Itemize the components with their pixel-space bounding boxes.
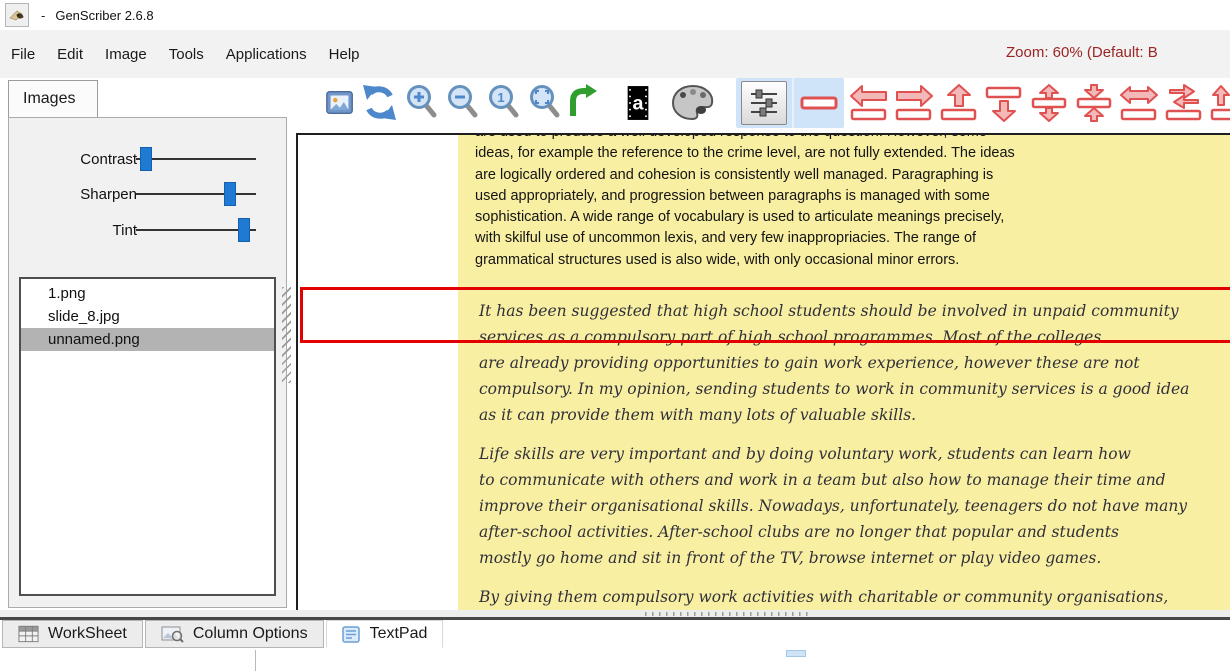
image-file-list: 1.png slide_8.jpg unnamed.png <box>19 277 276 596</box>
menu-tools[interactable]: Tools <box>158 40 215 69</box>
sharpen-slider[interactable] <box>136 182 256 206</box>
tab-textpad-label: TextPad <box>370 625 428 643</box>
rotate-icon[interactable] <box>568 80 598 126</box>
zoom-fit-icon[interactable] <box>527 80 563 126</box>
zoom-level-label: Zoom: 60% (Default: B <box>1006 44 1158 61</box>
line-move-up-icon[interactable] <box>939 80 979 126</box>
tint-slider[interactable] <box>136 218 256 242</box>
sharpen-slider-label: Sharpen <box>17 186 137 203</box>
svg-text:a: a <box>633 93 645 115</box>
textpad-content-strip <box>0 650 1230 671</box>
typed-line: sophistication. A wide range of vocabula… <box>475 207 1230 228</box>
line-expand-vertical-icon[interactable] <box>1029 80 1069 126</box>
contrast-slider-handle[interactable] <box>140 147 152 171</box>
svg-text:1: 1 <box>497 90 504 105</box>
tab-worksheet[interactable]: WorkSheet <box>2 620 143 648</box>
handwritten-line: improve their organisational skills. Now… <box>479 493 1230 519</box>
tab-column-options[interactable]: Column Options <box>145 620 324 648</box>
bottom-tab-bar: WorkSheet Column Options TextPad <box>0 620 1230 650</box>
scanned-page: are used to produce a well developed res… <box>458 135 1230 611</box>
line-select-icon[interactable] <box>792 78 844 128</box>
image-search-icon <box>161 625 184 643</box>
handwritten-paragraph-2: Life skills are very important and by do… <box>479 441 1230 571</box>
textpad-selection-chip <box>786 650 806 657</box>
zoom-actual-size-icon[interactable]: 1 <box>486 80 522 126</box>
contrast-slider[interactable] <box>136 147 256 171</box>
text-document-icon <box>342 626 361 643</box>
vertical-splitter[interactable] <box>282 287 291 383</box>
handwritten-line: Life skills are very important and by do… <box>479 441 1230 467</box>
handwritten-line: compulsory. In my opinion, sending stude… <box>479 376 1230 402</box>
tab-textpad[interactable]: TextPad <box>326 620 444 648</box>
toolbar: 1 a <box>324 78 1230 128</box>
line-options-icon[interactable] <box>736 78 792 128</box>
tab-worksheet-label: WorkSheet <box>48 625 127 643</box>
textpad-column-divider <box>255 650 256 671</box>
line-auto-height-icon[interactable]: A <box>1209 80 1230 126</box>
invert-text-icon[interactable]: a <box>622 80 654 126</box>
tab-images[interactable]: Images <box>8 80 98 117</box>
list-item-unnamedpng[interactable]: unnamed.png <box>21 328 274 351</box>
toolbar-highlight-group <box>736 78 844 128</box>
list-item-1png[interactable]: 1.png <box>21 282 274 305</box>
typed-line: grammatical structures used is also wide… <box>475 250 1230 271</box>
genscriber-window: { "window": { "prefix": "-", "title": "G… <box>0 0 1230 671</box>
line-selection-box[interactable] <box>300 287 1230 343</box>
horizontal-splitter[interactable] <box>0 610 1230 617</box>
handwritten-line: after-school activities. After-school cl… <box>479 519 1230 545</box>
tab-column-options-label: Column Options <box>193 625 308 643</box>
menu-file[interactable]: File <box>0 40 46 69</box>
menu-applications[interactable]: Applications <box>215 40 318 69</box>
handwritten-line: to communicate with others and work in a… <box>479 467 1230 493</box>
menu-image[interactable]: Image <box>94 40 158 69</box>
zoom-out-icon[interactable] <box>445 80 481 126</box>
contrast-slider-label: Contrast <box>17 151 137 168</box>
palette-icon[interactable] <box>670 80 716 126</box>
images-panel: Contrast Sharpen Tint 1.png slide_8.jpg … <box>8 117 287 608</box>
typed-line: with skilful use of uncommon lexis, and … <box>475 228 1230 249</box>
menu-edit[interactable]: Edit <box>46 40 94 69</box>
title-bar: - GenScriber 2.6.8 <box>0 0 1230 30</box>
handwritten-line: By giving them compulsory work activitie… <box>479 584 1230 610</box>
app-logo-icon <box>5 3 29 27</box>
typed-line: are logically ordered and cohesion is co… <box>475 165 1230 186</box>
reload-icon[interactable] <box>361 80 399 126</box>
handwritten-line: as it can provide them with many lots of… <box>479 402 1230 428</box>
document-image-viewport[interactable]: are used to produce a well developed res… <box>296 133 1230 612</box>
typed-paragraph: are used to produce a well developed res… <box>475 135 1230 271</box>
line-expand-horizontal-icon[interactable] <box>1119 80 1159 126</box>
list-item-slide8jpg[interactable]: slide_8.jpg <box>21 305 274 328</box>
handwritten-text: It has been suggested that high school s… <box>479 298 1230 611</box>
title-prefix: - <box>41 8 45 23</box>
line-move-right-icon[interactable] <box>894 80 934 126</box>
splitter-grip[interactable] <box>645 612 808 616</box>
typed-line: ideas, for example the reference to the … <box>475 143 1230 164</box>
handwritten-line: mostly go home and sit in front of the T… <box>479 545 1230 571</box>
handwritten-paragraph-3: By giving them compulsory work activitie… <box>479 584 1230 611</box>
table-icon <box>18 625 39 643</box>
typed-line: used appropriately, and progression betw… <box>475 186 1230 207</box>
sharpen-slider-handle[interactable] <box>224 182 236 206</box>
open-image-icon[interactable] <box>324 80 356 126</box>
line-shrink-vertical-icon[interactable] <box>1074 80 1114 126</box>
window-title: GenScriber 2.6.8 <box>55 8 153 23</box>
handwritten-line: are already providing opportunities to g… <box>479 350 1230 376</box>
tint-slider-handle[interactable] <box>238 218 250 242</box>
tint-slider-label: Tint <box>17 222 137 239</box>
line-move-down-icon[interactable] <box>984 80 1024 126</box>
zoom-in-icon[interactable] <box>404 80 440 126</box>
line-move-left-icon[interactable] <box>849 80 889 126</box>
typed-line-clipped: are used to produce a well developed res… <box>475 135 1230 143</box>
line-swap-icon[interactable] <box>1164 80 1204 126</box>
menu-help[interactable]: Help <box>318 40 371 69</box>
